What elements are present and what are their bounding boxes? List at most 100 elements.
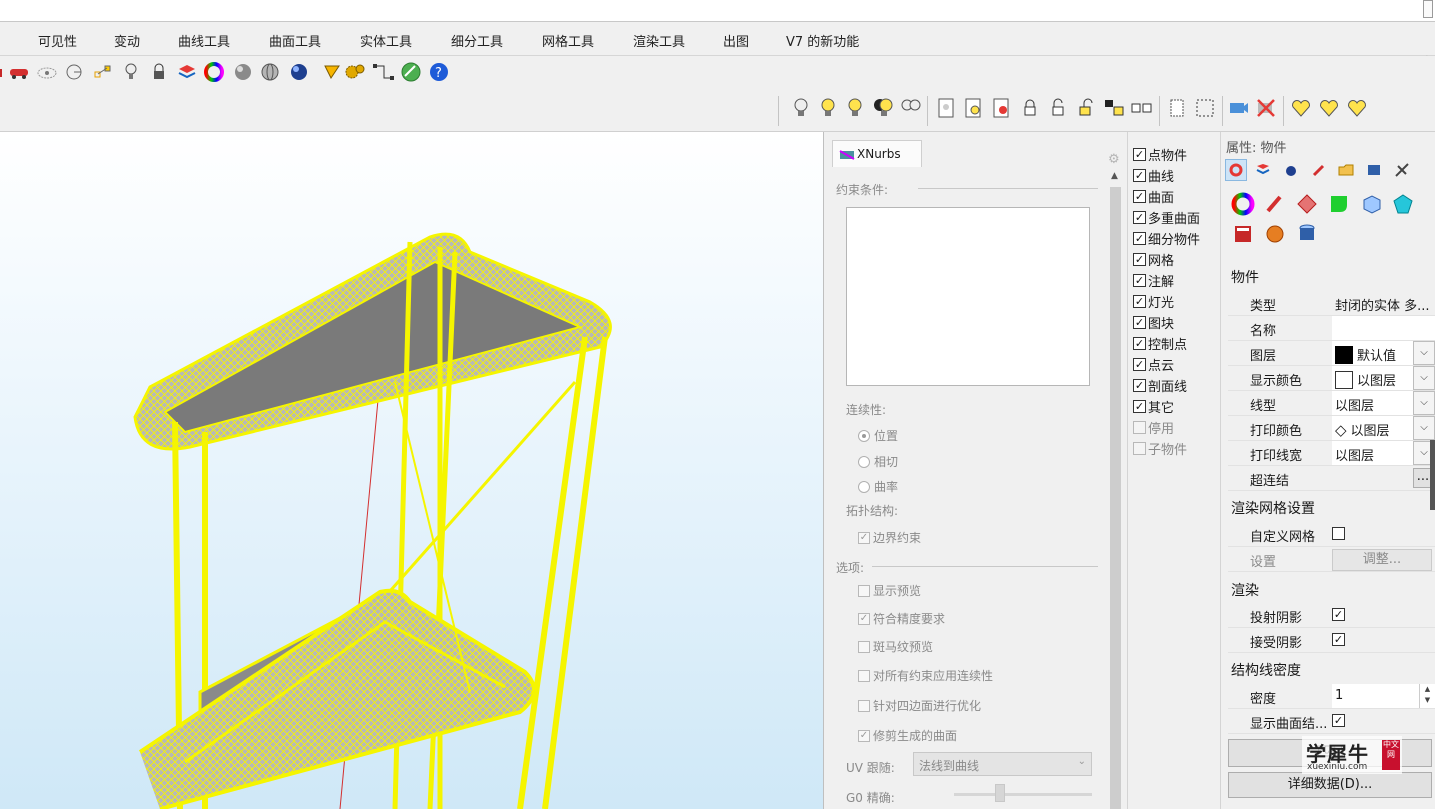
filter-annotations[interactable]: ✓ 注解 [1133,271,1174,290]
material-props-icon[interactable] [1252,159,1274,181]
ball-orange-icon[interactable] [1261,220,1289,248]
tab-render-tools[interactable]: 渲染工具 [633,31,685,50]
lock-icon[interactable] [148,61,170,83]
filter-blocks[interactable]: ✓ 图块 [1133,313,1174,332]
gem-teal-icon[interactable] [1389,190,1417,218]
filter-control-points[interactable]: ✓ 控制点 [1133,334,1187,353]
car-icon[interactable] [8,61,30,83]
tab-curve-tools[interactable]: 曲线工具 [178,31,230,50]
box-blue-icon[interactable] [1357,190,1385,218]
tab-transform[interactable]: 变动 [114,31,140,50]
filter-point-clouds[interactable]: ✓ 点云 [1133,355,1174,374]
light-select-icon[interactable] [845,97,867,119]
filter-other[interactable]: ✓ 其它 [1133,397,1174,416]
tolerance-checkbox[interactable]: ✓ 符合精度要求 [858,610,945,627]
density-spinner[interactable]: ▲ ▼ [1419,684,1435,708]
heart-bulb-third-icon[interactable] [1346,97,1368,119]
chevron-down-icon[interactable]: ⌵ [1413,416,1435,440]
chevron-down-icon[interactable]: ⌵ [1413,341,1435,365]
ghost-wheel-icon[interactable] [36,61,58,83]
cone-icon[interactable] [321,61,343,83]
surface-green-icon[interactable] [1325,190,1353,218]
chevron-down-icon[interactable]: ⌵ [1413,366,1435,390]
chevron-down-icon[interactable]: ⌵ [1413,391,1435,415]
filter-surfaces[interactable]: ✓ 曲面 [1133,187,1174,206]
filter-polysurfaces[interactable]: ✓ 多重曲面 [1133,208,1200,227]
details-button[interactable]: 详细数据(D)... [1228,772,1432,798]
trim-surface-checkbox[interactable]: ✓ 修剪生成的曲面 [858,727,957,744]
cylinder-blue-icon[interactable] [1293,220,1321,248]
help-icon[interactable]: ? [428,61,450,83]
camera-red-x-icon[interactable] [1255,97,1277,119]
g0-slider-track[interactable] [954,793,1092,796]
color-wheel-icon[interactable] [203,61,225,83]
heart-bulb-alt-icon[interactable] [1318,97,1340,119]
xnurbs-scrollbar[interactable]: ▲ [1108,167,1123,809]
points-icon[interactable] [92,61,114,83]
tab-whats-new[interactable]: V7 的新功能 [786,31,859,50]
perspective-viewport[interactable] [0,132,824,809]
lock-select-icon[interactable] [1075,97,1097,119]
layer-select[interactable]: 默认值 ⌵ [1332,341,1435,365]
tab-visibility[interactable]: 可见性 [38,31,77,50]
display-props-icon[interactable] [1363,159,1385,181]
apply-continuity-checkbox[interactable]: 对所有约束应用连续性 [858,667,993,684]
doc-light-on-icon[interactable] [963,97,985,119]
texture-props-icon[interactable] [1293,190,1321,218]
display-color-select[interactable]: 以图层 ⌵ [1332,366,1435,390]
sphere-gray-icon[interactable] [232,61,254,83]
filter-points[interactable]: ✓ 点物件 [1133,145,1187,164]
dimension-icon[interactable] [372,61,394,83]
brush-props-icon[interactable] [1261,190,1289,218]
gears-icon[interactable] [344,61,366,83]
doc-light-icon[interactable] [935,97,957,119]
scroll-thumb[interactable] [1110,187,1121,809]
tab-mesh-tools[interactable]: 网格工具 [542,31,594,50]
tab-subd-tools[interactable]: 细分工具 [451,31,503,50]
light-swap-icon[interactable] [872,97,894,119]
sphere-blue-icon[interactable] [288,61,310,83]
filter-hatches[interactable]: ✓ 剖面线 [1133,376,1187,395]
filter-curves[interactable]: ✓ 曲线 [1133,166,1174,185]
layer-icon[interactable] [176,61,198,83]
tab-layout[interactable]: 出图 [723,31,749,50]
select-frame-icon[interactable] [1194,97,1216,119]
measure-props-icon[interactable] [1391,159,1413,181]
right-edge-scrollbar[interactable] [1430,440,1435,510]
custom-mesh-checkbox[interactable] [1332,527,1345,540]
tab-surface-tools[interactable]: 曲面工具 [269,31,321,50]
filter-meshes[interactable]: ✓ 网格 [1133,250,1174,269]
lock-swap-icon[interactable] [1103,97,1125,119]
target-icon[interactable] [63,61,85,83]
scroll-up-icon[interactable]: ▲ [1111,171,1118,181]
cast-shadow-checkbox[interactable]: ✓ [1332,608,1345,621]
folder-props-icon[interactable] [1335,159,1357,181]
filter-subobjects[interactable]: 子物件 [1133,439,1187,458]
light-on-icon[interactable] [817,97,839,119]
adjust-button[interactable]: 调整... [1332,549,1432,571]
zebra-preview-checkbox[interactable]: 斑马纹预览 [858,638,933,655]
filter-disabled[interactable]: 停用 [1133,418,1174,437]
globe-arrow-icon[interactable] [400,61,422,83]
command-scrollbar[interactable] [1423,0,1433,18]
name-field[interactable] [1332,316,1435,340]
uv-follow-dropdown[interactable]: 法线到曲线 ⌄ [913,752,1092,776]
quad-optimize-checkbox[interactable]: 针对四边面进行优化 [858,697,981,714]
sphere-wire-icon[interactable] [259,61,281,83]
tab-xnurbs[interactable]: XNurbs [832,140,922,168]
constraints-list[interactable] [846,207,1090,386]
camera-blue-icon[interactable] [1227,97,1249,119]
linetype-select[interactable]: 以图层 ⌵ [1332,391,1435,415]
light-pair-icon[interactable] [900,97,922,119]
filter-lights[interactable]: ✓ 灯光 [1133,292,1174,311]
g0-slider-thumb[interactable] [995,784,1005,802]
doc-heart-icon[interactable] [991,97,1013,119]
color-wheel-props-icon[interactable] [1229,190,1257,218]
lock-pair-icon[interactable] [1131,97,1153,119]
boundary-constraint-checkbox[interactable]: ✓ 边界约束 [858,529,921,546]
doc-frame-icon[interactable] [1166,97,1188,119]
render-props-icon[interactable] [1280,159,1302,181]
continuity-curvature-radio[interactable]: 曲率 [858,478,898,495]
lock-open-icon[interactable] [1047,97,1069,119]
filter-subd[interactable]: ✓ 细分物件 [1133,229,1200,248]
